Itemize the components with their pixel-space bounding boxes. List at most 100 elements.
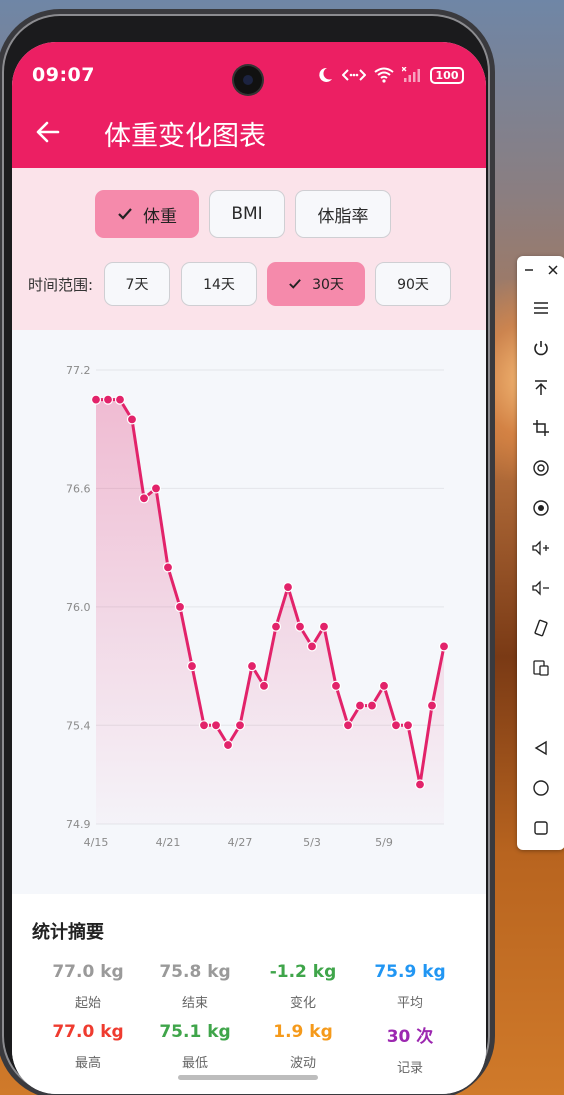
- tab-body-fat[interactable]: 体脂率: [295, 190, 391, 238]
- data-point[interactable]: [162, 562, 174, 573]
- stat-average-label: 平均: [396, 996, 423, 1011]
- rotate-icon[interactable]: [529, 616, 553, 640]
- range-90-days-label: 90天: [397, 277, 429, 293]
- stat-max: 77.0 kg 最高: [32, 1022, 144, 1071]
- data-point[interactable]: [246, 660, 258, 672]
- check-icon: [118, 208, 132, 220]
- data-point[interactable]: [438, 641, 450, 652]
- phone-screen: 09:07 100 体重变化图表 体重 BMI 体脂率 时间范围: 7天 14天…: [12, 42, 486, 1094]
- data-point[interactable]: [390, 720, 402, 731]
- volume-down-icon[interactable]: [529, 576, 553, 600]
- weight-chart: 77.2 76.6 76.0 75.4 74.9 4/15 4/21 4/27 5/3 5/9: [66, 364, 450, 849]
- data-transfer-icon: [342, 69, 366, 81]
- data-point[interactable]: [222, 739, 234, 751]
- data-point[interactable]: [114, 394, 126, 405]
- stat-records: 30 次 记录: [354, 1022, 466, 1076]
- data-point[interactable]: [90, 394, 102, 405]
- x-tick-label: 4/21: [156, 836, 181, 849]
- power-icon[interactable]: [529, 336, 553, 360]
- minimize-icon[interactable]: [521, 262, 537, 278]
- range-label: 时间范围:: [28, 276, 94, 294]
- tab-body-fat-label: 体脂率: [317, 206, 369, 227]
- back-button[interactable]: [34, 118, 62, 146]
- battery-indicator: 100: [430, 66, 464, 84]
- home-indicator[interactable]: [178, 1075, 318, 1080]
- filter-panel: 体重 BMI 体脂率 时间范围: 7天 14天 30天 90天: [12, 168, 486, 330]
- stat-end: 75.8 kg 结束: [139, 962, 251, 1011]
- stat-fluctuation: 1.9 kg 波动: [247, 1022, 359, 1071]
- stat-records-label: 记录: [396, 1061, 423, 1076]
- stat-max-label: 最高: [74, 1056, 101, 1071]
- data-point[interactable]: [150, 483, 162, 494]
- data-point[interactable]: [414, 779, 426, 790]
- data-point[interactable]: [318, 621, 330, 632]
- tab-bmi-label: BMI: [231, 204, 263, 224]
- data-point[interactable]: [102, 394, 114, 405]
- y-tick-label: 76.6: [66, 482, 91, 495]
- range-30-days[interactable]: 30天: [267, 262, 365, 306]
- tab-weight[interactable]: 体重: [95, 190, 199, 238]
- data-point[interactable]: [378, 680, 390, 691]
- data-point[interactable]: [330, 680, 342, 691]
- recents-nav-icon[interactable]: [529, 816, 553, 840]
- stat-change-value: -1.2 kg: [269, 962, 337, 982]
- stat-average: 75.9 kg 平均: [354, 962, 466, 1011]
- status-icons: 100: [316, 66, 464, 84]
- stat-end-label: 结束: [181, 996, 208, 1011]
- data-point[interactable]: [126, 414, 138, 425]
- record-icon[interactable]: [529, 496, 553, 520]
- range-7-days[interactable]: 7天: [104, 262, 170, 306]
- series-area: [96, 399, 444, 824]
- data-point[interactable]: [282, 582, 294, 593]
- data-point[interactable]: [210, 720, 222, 731]
- stat-start: 77.0 kg 起始: [32, 962, 144, 1011]
- crop-icon[interactable]: [529, 416, 553, 440]
- stat-end-value: 75.8 kg: [159, 962, 231, 982]
- range-90-days[interactable]: 90天: [375, 262, 451, 306]
- data-point[interactable]: [354, 700, 366, 711]
- data-point[interactable]: [138, 493, 150, 504]
- data-point[interactable]: [294, 621, 306, 632]
- data-point[interactable]: [198, 720, 210, 731]
- x-tick-label: 5/9: [375, 836, 393, 849]
- x-tick-label: 5/3: [303, 836, 321, 849]
- stat-average-value: 75.9 kg: [374, 962, 446, 982]
- volume-up-icon[interactable]: [529, 536, 553, 560]
- stat-min-label: 最低: [181, 1056, 208, 1071]
- range-14-days-label: 14天: [203, 277, 235, 293]
- x-tick-label: 4/15: [84, 836, 109, 849]
- screen-mirror-icon[interactable]: [529, 656, 553, 680]
- status-time: 09:07: [32, 64, 95, 86]
- close-icon[interactable]: [545, 262, 561, 278]
- data-point[interactable]: [234, 720, 246, 731]
- back-nav-icon[interactable]: [529, 736, 553, 760]
- signal-icon: [402, 67, 420, 82]
- stat-change: -1.2 kg 变化: [247, 962, 359, 1011]
- phone-frame: 09:07 100 体重变化图表 体重 BMI 体脂率 时间范围: 7天 14天…: [2, 14, 490, 1094]
- menu-icon[interactable]: [529, 296, 553, 320]
- tab-bmi[interactable]: BMI: [209, 190, 285, 238]
- range-14-days[interactable]: 14天: [181, 262, 257, 306]
- arrow-left-icon: [36, 121, 60, 143]
- stat-fluctuation-label: 波动: [289, 1056, 316, 1071]
- data-point[interactable]: [426, 700, 438, 711]
- data-point[interactable]: [366, 700, 378, 711]
- screenshot-icon[interactable]: [529, 456, 553, 480]
- stat-start-value: 77.0 kg: [52, 962, 124, 982]
- data-point[interactable]: [258, 680, 270, 691]
- data-point[interactable]: [186, 660, 198, 672]
- page-title: 体重变化图表: [104, 121, 266, 152]
- home-nav-icon[interactable]: [529, 776, 553, 800]
- stat-fluctuation-value: 1.9 kg: [273, 1022, 333, 1042]
- upload-icon[interactable]: [529, 376, 553, 400]
- data-point[interactable]: [402, 720, 414, 731]
- stat-records-value: 30 次: [386, 1027, 434, 1047]
- summary-card: 统计摘要 77.0 kg 起始 75.8 kg 结束 -1.2 kg 变化 75…: [12, 894, 486, 1094]
- front-camera: [234, 66, 262, 94]
- range-7-days-label: 7天: [125, 277, 149, 293]
- data-point[interactable]: [174, 601, 186, 612]
- data-point[interactable]: [270, 621, 282, 632]
- data-point[interactable]: [306, 641, 318, 652]
- x-tick-label: 4/27: [228, 836, 253, 849]
- data-point[interactable]: [342, 720, 354, 731]
